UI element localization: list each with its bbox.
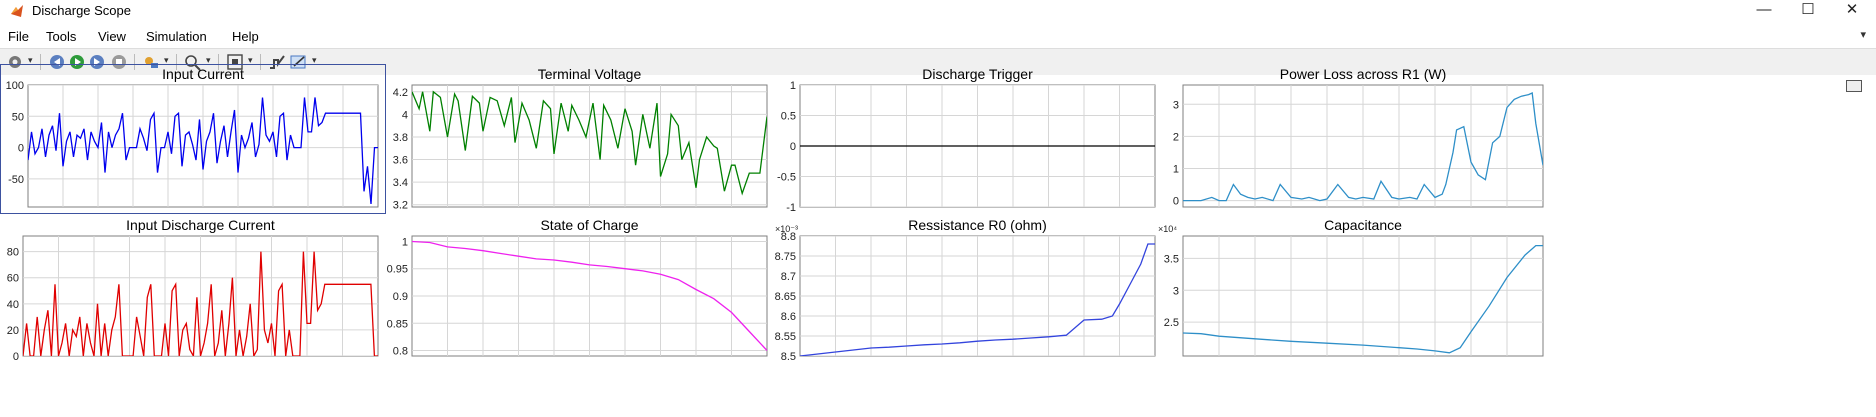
y-tick-label: 0: [18, 143, 24, 155]
y-tick-label: 1: [402, 236, 408, 248]
plot-axes: 8.88.758.78.658.68.558.5Ressistance R0 (…: [775, 217, 1156, 363]
y-tick-label: -1: [786, 202, 796, 214]
y-tick-label: 3.6: [393, 155, 408, 167]
y-tick-label: 2: [1173, 131, 1179, 143]
y-tick-label: -0.5: [777, 172, 796, 184]
plot-title: Input Discharge Current: [126, 217, 275, 233]
y-tick-label: 20: [7, 325, 19, 337]
plot-title: Power Loss across R1 (W): [1280, 66, 1446, 82]
y-tick-label: 80: [7, 247, 19, 259]
y-tick-label: 0: [790, 141, 796, 153]
plot-axes: 80 60 40 20 0 Input Discharge Current: [7, 217, 379, 363]
y-tick-label: 8.5: [781, 351, 796, 363]
y-tick-label: 60: [7, 273, 19, 285]
y-tick-label: 0.85: [387, 318, 408, 330]
y-tick-label: 0: [13, 351, 19, 363]
y-exponent-label: ×10⁴: [1158, 224, 1177, 234]
y-tick-label: 1: [1173, 163, 1179, 175]
y-tick-label: 8.65: [775, 291, 796, 303]
y-tick-label: 3.5: [1164, 253, 1179, 265]
plot-title: Ressistance R0 (ohm): [908, 217, 1047, 233]
y-tick-label: 8.75: [775, 251, 796, 263]
y-exponent-label: ×10⁻³: [775, 224, 798, 234]
y-tick-label: 4.2: [393, 87, 408, 99]
y-tick-label: 0.95: [387, 264, 408, 276]
y-tick-label: 3: [1173, 285, 1179, 297]
y-tick-label: 8.55: [775, 331, 796, 343]
y-tick-label: 8.7: [781, 271, 796, 283]
y-tick-label: 0.5: [781, 111, 796, 123]
y-tick-label: 1: [790, 80, 796, 92]
y-tick-label: -50: [8, 174, 24, 186]
plot-axes: 1 0.5 0 -0.5 -1 Discharge Trigger: [777, 66, 1156, 214]
plot-title: Terminal Voltage: [538, 66, 642, 82]
y-tick-label: 3.8: [393, 132, 408, 144]
plot-axes: 3 2 1 0 Power Loss across R1 (W): [1173, 66, 1544, 208]
plot-title: Discharge Trigger: [922, 66, 1033, 82]
y-tick-label: 0: [1173, 196, 1179, 208]
plot-axes: 1 0.95 0.9 0.85 0.8 State of Charge: [387, 217, 768, 358]
y-tick-label: 100: [6, 80, 24, 92]
y-tick-label: 3.2: [393, 200, 408, 212]
y-tick-label: 3: [1173, 99, 1179, 111]
plot-title: State of Charge: [540, 217, 638, 233]
plot-title: Input Current: [162, 66, 244, 82]
plot-axes: 3.5 3 2.5 Capacitance ×10⁴: [1158, 217, 1544, 357]
plot-axes: 4.2 4 3.8 3.6 3.4 3.2 Terminal Voltage: [393, 66, 768, 212]
y-tick-label: 0.9: [393, 291, 408, 303]
y-tick-label: 40: [7, 299, 19, 311]
y-tick-label: 8.6: [781, 311, 796, 323]
y-tick-label: 2.5: [1164, 317, 1179, 329]
plot-axes: 100 50 0 -50 Input Current: [6, 66, 379, 208]
y-tick-label: 0.8: [393, 346, 408, 358]
y-tick-label: 3.4: [393, 177, 408, 189]
plots-layer: 100500-50Input Current4.243.83.63.43.2Te…: [6, 66, 1544, 363]
y-tick-label: 4: [402, 109, 408, 121]
y-tick-label: 50: [12, 111, 24, 123]
plot-title: Capacitance: [1324, 217, 1402, 233]
